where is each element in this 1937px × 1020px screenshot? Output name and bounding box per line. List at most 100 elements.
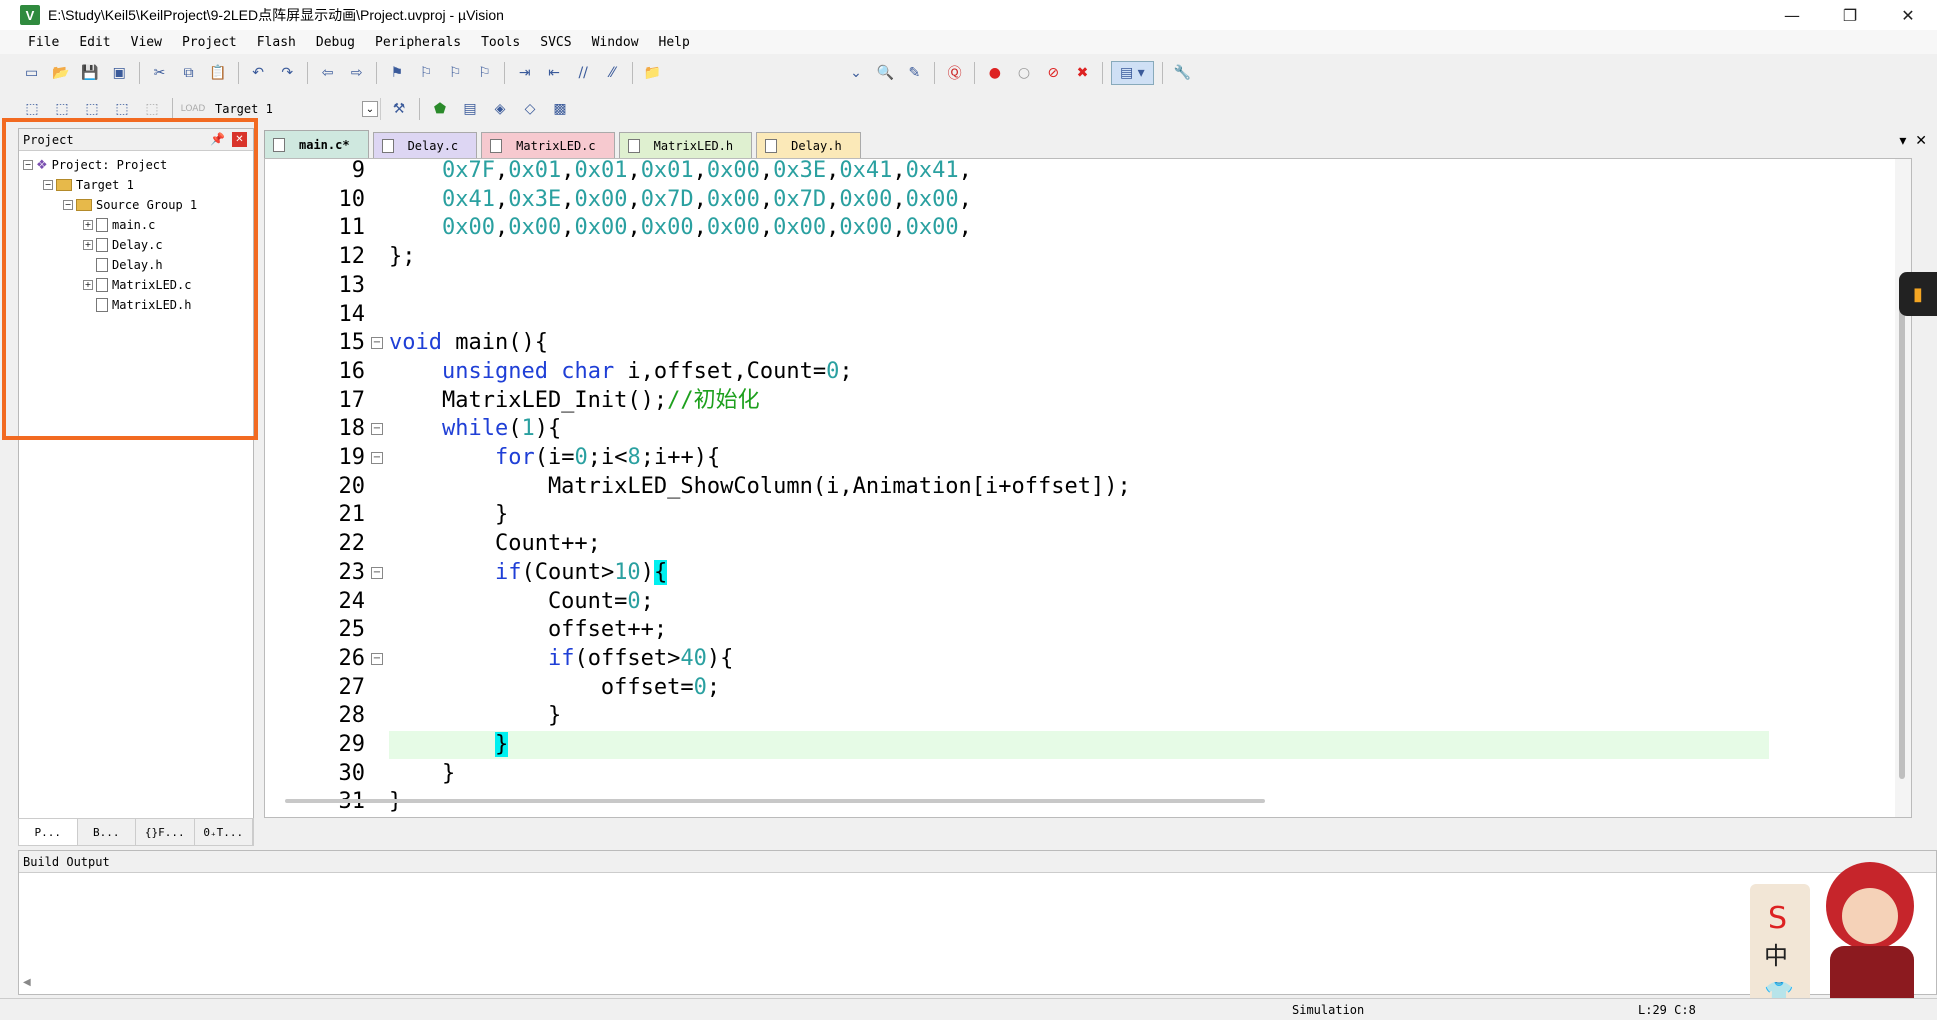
panel-tab-2[interactable]: {}F... [136,819,195,845]
code-line[interactable]: 29 } [265,731,1911,759]
clear-bookmarks-icon[interactable]: ⚐ [473,61,496,85]
scroll-thumb[interactable] [1899,309,1905,779]
configure-icon[interactable]: 🔧 [1171,61,1194,85]
event-recorder-icon[interactable]: ▩ [548,97,572,121]
menu-help[interactable]: Help [659,35,690,50]
code-token: char [561,358,615,384]
paste-icon[interactable]: 📋 [206,61,229,85]
new-file-icon[interactable]: ▭ [20,61,43,85]
kill-breakpoints-icon[interactable]: ✖ [1071,61,1094,85]
code-line[interactable]: 28 } [265,702,1911,730]
code-line[interactable]: 19− for(i=0;i<8;i++){ [265,444,1911,472]
editor-tab-matrixled-c[interactable]: MatrixLED.c [481,132,615,158]
fold-toggle-icon[interactable]: − [371,652,383,665]
enable-breakpoint-icon[interactable]: ○ [1012,61,1035,85]
code-line[interactable]: 27 offset=0; [265,674,1911,702]
navigate-forward-icon[interactable]: ⇨ [345,61,368,85]
pack-installer-icon[interactable]: ◇ [518,97,542,121]
code-line[interactable]: 14 [265,301,1911,329]
undo-icon[interactable]: ↶ [246,61,269,85]
tab-list-icon[interactable]: ▾ [1899,133,1906,149]
code-line[interactable]: 17 MatrixLED_Init();//初始化 [265,387,1911,415]
code-line[interactable]: 22 Count++; [265,530,1911,558]
uncomment-icon[interactable]: ⁄⁄ [601,61,624,85]
unindent-icon[interactable]: ⇤ [542,61,565,85]
save-all-icon[interactable]: ▣ [108,61,131,85]
code-line[interactable]: 24 Count=0; [265,588,1911,616]
scroll-left-icon[interactable]: ◀ [23,977,31,988]
fold-toggle-icon[interactable]: − [371,566,383,579]
next-bookmark-icon[interactable]: ⚐ [444,61,467,85]
code-token: ( [508,416,522,442]
manage-project-items-icon[interactable]: ⬟ [428,97,452,121]
code-line[interactable]: 11 0x00,0x00,0x00,0x00,0x00,0x00,0x00,0x… [265,214,1911,242]
restore-button[interactable]: ❐ [1821,0,1879,30]
manage-rte-icon[interactable]: ◈ [488,97,512,121]
code-editor[interactable]: 9 0x7F,0x01,0x01,0x01,0x00,0x3E,0x41,0x4… [264,158,1912,818]
select-packs-icon[interactable]: ▤ [458,97,482,121]
menu-flash[interactable]: Flash [257,35,296,50]
target-select[interactable]: Target 1 ⌄ [211,98,381,120]
disable-breakpoints-icon[interactable]: ⊘ [1042,61,1065,85]
navigate-back-icon[interactable]: ⇦ [316,61,339,85]
debug-session-icon[interactable]: Ⓠ [943,61,966,85]
code-line[interactable]: 23− if(Count>10){ [265,559,1911,587]
code-line[interactable]: 18− while(1){ [265,415,1911,443]
menu-view[interactable]: View [131,35,162,50]
editor-tab-matrixled-h[interactable]: MatrixLED.h [618,132,753,158]
editor-tab-delay-c[interactable]: Delay.c [372,132,478,158]
prev-bookmark-icon[interactable]: ⚐ [415,61,438,85]
insert-breakpoint-icon[interactable]: ● [983,61,1006,85]
close-tab-icon[interactable]: ✕ [1915,133,1927,149]
editor-tab-main-c-[interactable]: main.c* [264,130,369,158]
menu-file[interactable]: File [28,35,59,50]
window-layout-icon[interactable]: ▤ ▾ [1111,61,1154,85]
menu-peripherals[interactable]: Peripherals [375,35,461,50]
menu-tools[interactable]: Tools [481,35,520,50]
comment-icon[interactable]: // [572,61,595,85]
redo-icon[interactable]: ↷ [276,61,299,85]
minimize-button[interactable]: — [1763,0,1821,30]
menu-debug[interactable]: Debug [316,35,355,50]
menu-window[interactable]: Window [592,35,639,50]
code-line[interactable]: 30 } [265,760,1911,788]
code-line[interactable]: 15− void main(){ [265,329,1911,357]
code-text: unsigned char i,offset,Count=0; [389,358,853,386]
code-line[interactable]: 12}; [265,243,1911,271]
side-widget-icon[interactable]: ▮ [1899,272,1937,316]
panel-tab-3[interactable]: 0₊T... [195,819,253,845]
copy-icon[interactable]: ⧉ [177,61,200,85]
code-token: , [561,186,575,212]
code-line[interactable]: 9 0x7F,0x01,0x01,0x01,0x00,0x3E,0x41,0x4… [265,159,1911,185]
code-line[interactable]: 10 0x41,0x3E,0x00,0x7D,0x00,0x7D,0x00,0x… [265,186,1911,214]
code-line[interactable]: 20 MatrixLED_ShowColumn(i,Animation[i+of… [265,473,1911,501]
save-icon[interactable]: 💾 [78,61,101,85]
code-line[interactable]: 25 offset++; [265,616,1911,644]
menu-edit[interactable]: Edit [79,35,110,50]
code-line[interactable]: 26− if(offset>40){ [265,645,1911,673]
target-options-icon[interactable]: ⚒ [387,97,411,121]
cut-icon[interactable]: ✂ [148,61,171,85]
indent-icon[interactable]: ⇥ [513,61,536,85]
editor-vscrollbar[interactable] [1895,159,1911,817]
chevron-down-icon[interactable]: ⌄ [362,101,378,117]
incremental-find-icon[interactable]: ✎ [903,61,926,85]
fold-toggle-icon[interactable]: − [371,423,383,436]
fold-toggle-icon[interactable]: − [371,337,383,350]
editor-tab-delay-h[interactable]: Delay.h [756,132,861,158]
code-line[interactable]: 13 [265,272,1911,300]
code-line[interactable]: 16 unsigned char i,offset,Count=0; [265,358,1911,386]
open-file-icon[interactable]: 📂 [49,61,72,85]
panel-tab-0[interactable]: P... [19,819,78,845]
find-icon[interactable]: 🔍 [874,61,897,85]
fold-toggle-icon[interactable]: − [371,452,383,464]
close-button[interactable]: ✕ [1879,0,1937,30]
bookmark-icon[interactable]: ⚑ [385,61,408,85]
editor-hscrollbar[interactable] [285,799,1265,803]
menu-svcs[interactable]: SVCS [540,35,571,50]
panel-tab-1[interactable]: B... [78,819,136,845]
find-in-files-icon[interactable]: 📁 [641,61,664,85]
code-line[interactable]: 21 } [265,501,1911,529]
find-dropdown-icon[interactable]: ⌄ [844,61,867,85]
menu-project[interactable]: Project [182,35,237,50]
